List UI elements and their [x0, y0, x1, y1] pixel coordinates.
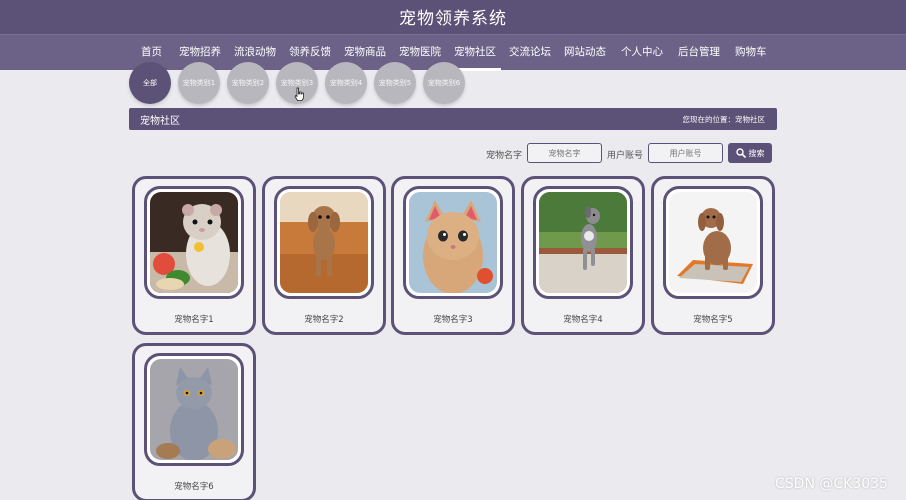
pet-card-2[interactable]: 宠物名字2 — [262, 176, 386, 335]
nav-item-personal-center[interactable]: 个人中心 — [621, 44, 663, 59]
pet-photo-gray-cat — [150, 359, 238, 460]
pet-name: 宠物名字5 — [693, 315, 733, 325]
breadcrumb: 您现在的位置：宠物社区 — [682, 115, 766, 124]
pet-photo-poodle-mat — [669, 192, 757, 293]
search-button-label: 搜索 — [748, 148, 765, 158]
pet-card-1[interactable]: 宠物名字1 — [132, 176, 256, 335]
nav-item-news[interactable]: 网站动态 — [564, 44, 606, 59]
nav-item-adoption-feedback[interactable]: 领养反馈 — [289, 44, 331, 59]
user-account-label: 用户账号 — [607, 151, 644, 161]
pet-card-5[interactable]: 宠物名字5 — [651, 176, 775, 335]
pet-name-label: 宠物名字 — [486, 151, 523, 161]
category-1[interactable]: 宠物类别1 — [178, 62, 220, 104]
category-6[interactable]: 宠物类别6 — [423, 62, 465, 104]
pet-image-frame — [144, 353, 244, 466]
search-button[interactable]: 搜索 — [728, 143, 772, 163]
watermark: CSDN @CK3035 — [775, 476, 888, 492]
nav-item-forum[interactable]: 交流论坛 — [509, 44, 551, 59]
pet-photo-poodle-sofa — [280, 192, 368, 293]
search-icon — [735, 148, 746, 158]
category-2[interactable]: 宠物类别2 — [227, 62, 269, 104]
section-title: 宠物社区 — [140, 116, 180, 127]
pet-name: 宠物名字4 — [563, 315, 603, 325]
pet-photo-kitten — [409, 192, 497, 293]
nav-item-cart[interactable]: 购物车 — [735, 44, 767, 59]
pet-name: 宠物名字3 — [433, 315, 473, 325]
category-5[interactable]: 宠物类别5 — [374, 62, 416, 104]
pet-photo-hamster — [150, 192, 238, 293]
nav-item-home[interactable]: 首页 — [141, 44, 162, 59]
user-account-input[interactable] — [648, 143, 723, 163]
category-all[interactable]: 全部 — [129, 62, 171, 104]
pet-image-frame — [403, 186, 503, 299]
section-header: 宠物社区 您现在的位置：宠物社区 — [129, 108, 777, 130]
pet-card-3[interactable]: 宠物名字3 — [391, 176, 515, 335]
site-title: 宠物领养系统 — [399, 9, 507, 29]
pet-name-input[interactable] — [527, 143, 602, 163]
nav-item-pet-hospital[interactable]: 宠物医院 — [399, 44, 441, 59]
pet-name: 宠物名字2 — [304, 315, 344, 325]
nav-item-pet-community[interactable]: 宠物社区 — [449, 44, 501, 71]
pet-image-frame — [274, 186, 374, 299]
category-4[interactable]: 宠物类别4 — [325, 62, 367, 104]
pet-image-frame — [144, 186, 244, 299]
nav-item-pet-adoption[interactable]: 宠物招养 — [179, 44, 221, 59]
pet-image-frame — [533, 186, 633, 299]
pet-image-frame — [663, 186, 763, 299]
pet-card-4[interactable]: 宠物名字4 — [521, 176, 645, 335]
hand-cursor-icon — [294, 87, 304, 101]
pet-photo-dog-grass — [539, 192, 627, 293]
nav-item-pet-products[interactable]: 宠物商品 — [344, 44, 386, 59]
pet-card-6[interactable]: 宠物名字6 — [132, 343, 256, 500]
nav-item-stray-animals[interactable]: 流浪动物 — [234, 44, 276, 59]
nav-item-admin[interactable]: 后台管理 — [678, 44, 720, 59]
pet-name: 宠物名字1 — [174, 315, 214, 325]
pet-name: 宠物名字6 — [174, 482, 214, 492]
